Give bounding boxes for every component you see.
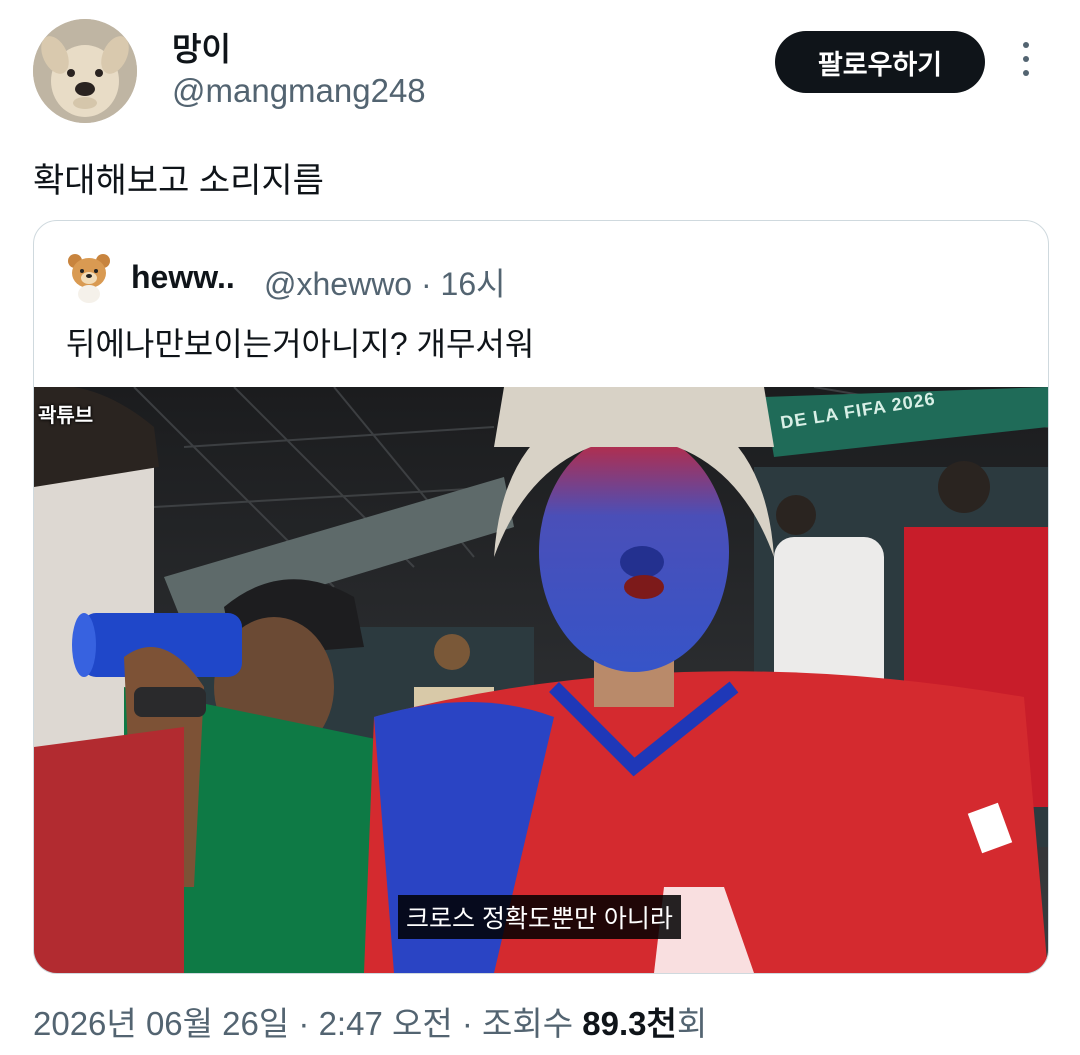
author-avatar[interactable] <box>33 19 137 123</box>
quoted-video-thumbnail[interactable]: 곽튜브 DE LA FIFA 2026 크로스 정확도뿐만 아니라 <box>34 387 1048 973</box>
view-count: 89.3천 <box>582 1005 677 1042</box>
video-watermark: 곽튜브 <box>38 405 94 427</box>
author-name[interactable]: 망이 <box>172 24 231 70</box>
video-subtitle: 크로스 정확도뿐만 아니라 <box>398 895 681 939</box>
bear-avatar-icon[interactable] <box>66 251 112 303</box>
more-vertical-icon[interactable] <box>1016 42 1036 82</box>
author-handle[interactable]: @mangmang248 <box>172 72 426 110</box>
quoted-text: 뒤에나만보이는거아니지? 개무서워 <box>66 326 535 362</box>
quoted-handle-time[interactable]: @xhewwo · 16시 <box>264 259 506 305</box>
stadium-photo <box>34 387 1048 973</box>
dog-avatar-icon <box>33 19 137 123</box>
tweet-meta[interactable]: 2026년 06월 26일 · 2:47 오전 · 조회수 89.3천회 <box>33 997 707 1045</box>
tweet-date[interactable]: 2026년 06월 26일 · 2:47 오전 · 조회수 <box>33 1005 582 1042</box>
follow-button[interactable]: 팔로우하기 <box>775 31 985 93</box>
tweet-text: 확대해보고 소리지름 <box>33 162 324 200</box>
quoted-tweet-card[interactable]: heww.. @xhewwo · 16시 뒤에나만보이는거아니지? 개무서워 곽… <box>33 220 1049 974</box>
view-suffix: 회 <box>676 1005 708 1042</box>
quoted-author-name[interactable]: heww.. <box>131 259 235 296</box>
